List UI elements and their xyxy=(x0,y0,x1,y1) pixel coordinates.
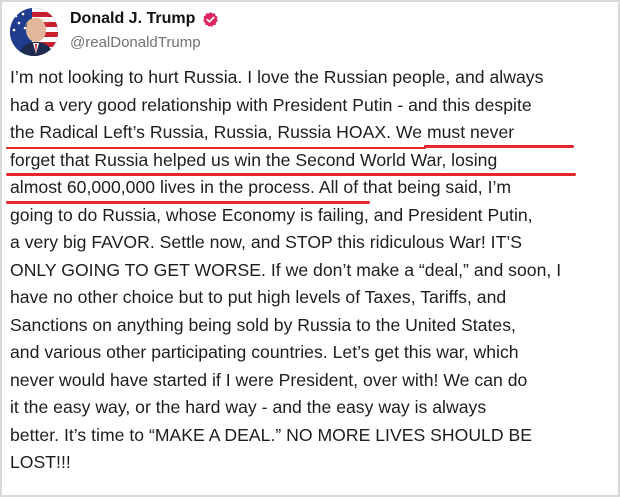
post-line: forget that Russia helped us win the Sec… xyxy=(10,147,614,175)
highlight-underline xyxy=(6,201,370,204)
highlighted-text: We must never xyxy=(395,122,515,142)
post-line: I’m not looking to hurt Russia. I love t… xyxy=(10,67,544,87)
post-line: going to do Russia, whose Economy is fai… xyxy=(10,204,533,225)
highlighted-text: almost 60,000,000 lives in the process. xyxy=(10,177,315,197)
post-line: the Radical Left’s Russia, Russia, Russi… xyxy=(10,119,614,147)
post-body: I’m not looking to hurt Russia. I love t… xyxy=(10,64,614,477)
post-line: had a very good relationship with Presid… xyxy=(10,94,532,115)
avatar[interactable] xyxy=(10,8,58,56)
post-text-segment: the Radical Left’s Russia, Russia, Russi… xyxy=(10,122,391,142)
post-line: LOST!!! xyxy=(10,452,71,472)
post-line: Sanctions on anything being sold by Russ… xyxy=(10,314,516,335)
highlight-underline xyxy=(6,147,426,149)
flag-portrait-avatar-icon xyxy=(10,8,58,56)
post-line: better. It’s time to “MAKE A DEAL.” NO M… xyxy=(10,424,532,445)
verified-badge-icon xyxy=(203,12,218,28)
post-line: it the easy way, or the hard way - and t… xyxy=(10,397,487,417)
post-line: a very big FAVOR. Settle now, and STOP t… xyxy=(10,232,523,252)
post-line: almost 60,000,000 lives in the process. … xyxy=(10,174,614,202)
author-name[interactable]: Donald J. Trump xyxy=(70,10,195,28)
post-line: and various other participating countrie… xyxy=(10,342,519,362)
post-line: have no other choice but to put high lev… xyxy=(10,287,507,307)
highlight-underline xyxy=(424,145,574,148)
post-text-segment: All of that being said, I’m xyxy=(318,177,512,197)
post-header: Donald J. Trump @realDonaldTrump xyxy=(10,8,610,60)
post-card: Donald J. Trump @realDonaldTrump I’m not… xyxy=(0,0,620,497)
post-line: never would have started if I were Presi… xyxy=(10,369,528,390)
author-handle[interactable]: @realDonaldTrump xyxy=(70,34,201,51)
highlight-underline xyxy=(6,173,576,176)
post-line: ONLY GOING TO GET WORSE. If we don’t mak… xyxy=(10,259,562,280)
highlighted-text: forget that Russia helped us win the Sec… xyxy=(10,149,498,170)
